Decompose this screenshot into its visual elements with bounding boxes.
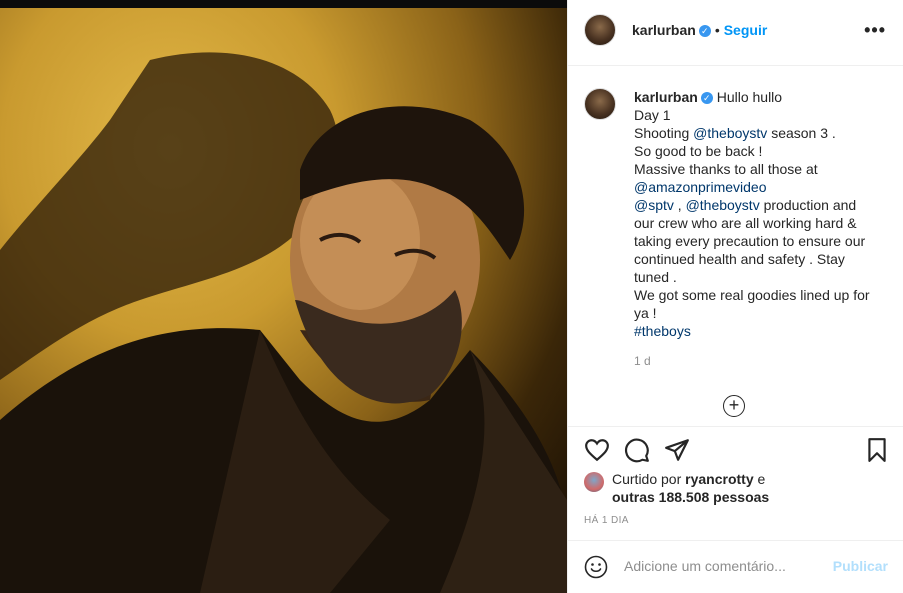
caption-line: ya ! <box>634 304 884 322</box>
caption-text: continued health and safety . Stay <box>634 251 845 267</box>
caption-line: Massive thanks to all those at <box>634 160 884 178</box>
post-date[interactable]: HÁ 1 DIA <box>584 515 629 526</box>
caption-line: tuned . <box>634 268 884 286</box>
caption-text: our crew who are all working hard & <box>634 215 857 231</box>
caption-title: Hullo hullo <box>716 89 783 105</box>
caption-text: So good to be back ! <box>634 143 763 159</box>
caption-text: Massive thanks to all those at <box>634 161 818 177</box>
caption-text: Day 1 <box>634 107 671 123</box>
publish-button[interactable]: Publicar <box>833 558 888 574</box>
caption-text: ya ! <box>634 305 657 321</box>
caption-text: season 3 . <box>767 125 836 141</box>
username[interactable]: karlurban <box>632 22 696 38</box>
avatar[interactable] <box>584 14 616 46</box>
plus-circle-icon[interactable]: + <box>723 395 745 417</box>
caption-line: taking every precaution to ensure our <box>634 232 884 250</box>
caption-line: continued health and safety . Stay <box>634 250 884 268</box>
emoji-icon[interactable] <box>584 555 608 579</box>
likes-others[interactable]: outras 188.508 pessoas <box>612 489 769 505</box>
liker-avatar[interactable] <box>584 472 604 492</box>
caption-line: Day 1 <box>634 106 884 124</box>
post-side-panel: karlurban ✓ • Seguir ••• karlurban ✓ Hullo h… <box>567 0 903 593</box>
caption-text: taking every precaution to ensure our <box>634 233 866 249</box>
caption-text: We got some real goodies lined up for <box>634 287 870 303</box>
verified-badge-icon: ✓ <box>698 25 711 38</box>
liker-username[interactable]: ryancrotty <box>685 471 753 487</box>
caption-text: Shooting <box>634 125 694 141</box>
comment-icon[interactable] <box>624 437 650 463</box>
caption-line: our crew who are all working hard & <box>634 214 884 232</box>
post-header: karlurban ✓ • Seguir ••• <box>568 0 903 66</box>
mention-link[interactable]: @theboystv <box>686 197 760 213</box>
heart-icon[interactable] <box>584 437 610 463</box>
caption-line: @amazonprimevideo <box>634 178 884 196</box>
caption-line: So good to be back ! <box>634 142 884 160</box>
follow-button[interactable]: Seguir <box>724 22 768 38</box>
caption-time[interactable]: 1 d <box>634 354 651 368</box>
caption-line: Shooting @theboystv season 3 . <box>634 124 884 142</box>
mention-link[interactable]: @theboystv <box>693 125 767 141</box>
likes-prefix: Curtido por <box>612 471 686 487</box>
caption-text: production and <box>759 197 857 213</box>
caption-avatar[interactable] <box>584 88 616 120</box>
separator-dot: • <box>714 22 720 38</box>
verified-badge-icon: ✓ <box>700 92 713 105</box>
caption-text: , <box>673 197 686 213</box>
caption-username[interactable]: karlurban <box>634 89 698 105</box>
action-bar <box>568 426 903 472</box>
bookmark-icon[interactable] <box>864 437 890 463</box>
caption-body: Day 1 Shooting @theboystv season 3 . So go… <box>634 106 884 340</box>
hashtag-link[interactable]: #theboys <box>634 323 691 339</box>
portrait-illustration <box>0 52 567 593</box>
mention-link[interactable]: @amazonprimevideo <box>634 179 767 195</box>
mention-link[interactable]: @sptv <box>634 197 674 213</box>
caption-line: We got some real goodies lined up for <box>634 286 884 304</box>
caption-line: #theboys <box>634 322 884 340</box>
comment-bar: Adicione um comentário... Publicar <box>568 540 903 593</box>
post-photo[interactable] <box>0 0 567 593</box>
likes-text: Curtido por ryancrotty e outras 188.508 … <box>612 470 882 506</box>
caption-text: tuned . <box>634 269 677 285</box>
comment-input[interactable]: Adicione um comentário... <box>624 558 786 574</box>
post-caption: karlurban ✓ Hullo hullo Day 1 Shooting @th… <box>634 88 884 340</box>
caption-header: karlurban ✓ Hullo hullo <box>634 88 884 106</box>
share-icon[interactable] <box>664 437 690 463</box>
more-options-icon[interactable]: ••• <box>864 20 886 41</box>
caption-line: @sptv , @theboystv production and <box>634 196 884 214</box>
likes-joiner: e <box>753 471 766 487</box>
header-user-line: karlurban ✓ • Seguir <box>632 22 767 38</box>
